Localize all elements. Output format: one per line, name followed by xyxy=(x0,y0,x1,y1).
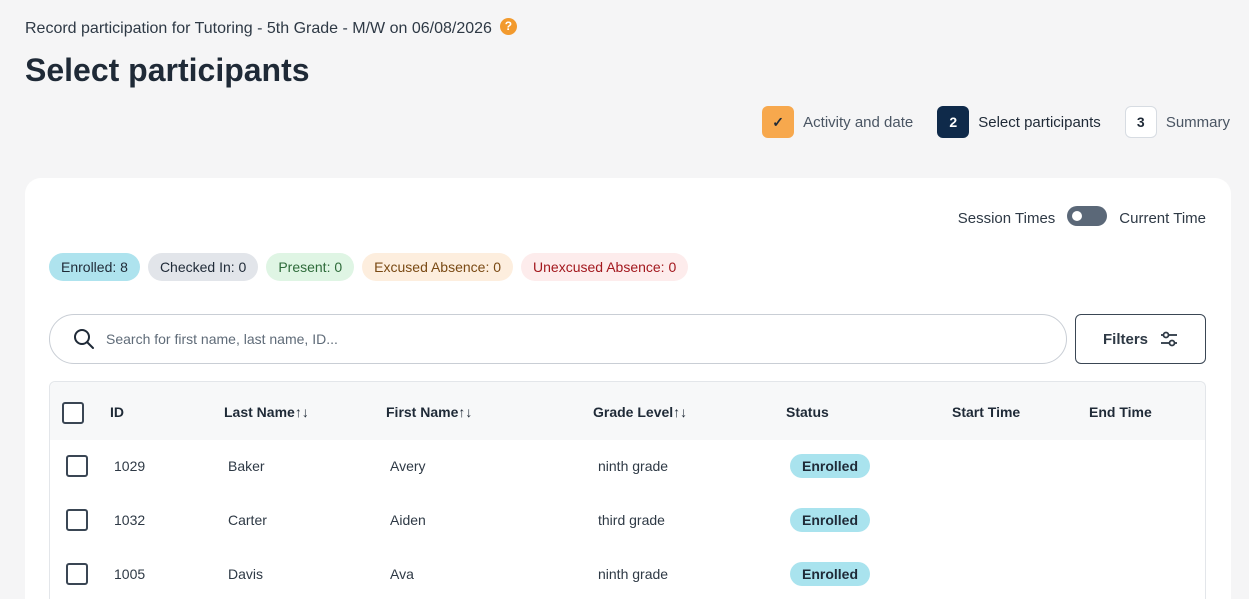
search-input[interactable] xyxy=(106,331,1006,347)
table-row[interactable]: 1032 Carter Aiden third grade Enrolled xyxy=(50,494,1205,548)
status-badge: Enrolled xyxy=(790,508,871,532)
column-first-name-label: First Name xyxy=(386,404,459,420)
step-number: 2 xyxy=(937,106,970,138)
page-title: Select participants xyxy=(25,52,310,88)
column-last-name[interactable]: Last Name↑↓ xyxy=(224,404,309,420)
toggle-right-label: Current Time xyxy=(1119,210,1206,227)
column-start-time: Start Time xyxy=(952,404,1021,420)
cell-first-name: Ava xyxy=(390,566,414,582)
time-mode-toggle-row: Session Times Current Time xyxy=(957,205,1206,227)
step-select-participants[interactable]: 2 Select participants xyxy=(937,106,1101,138)
step-label: Select participants xyxy=(978,113,1101,131)
cell-id: 1032 xyxy=(114,512,146,528)
cell-last-name: Davis xyxy=(228,566,264,582)
badge-excused-absence: Excused Absence: 0 xyxy=(362,253,514,281)
help-icon[interactable]: ? xyxy=(499,17,517,35)
column-grade-level-label: Grade Level xyxy=(593,404,674,420)
step-summary[interactable]: 3 Summary xyxy=(1124,106,1230,138)
column-id: ID xyxy=(110,404,124,420)
check-icon: ✓ xyxy=(762,106,795,138)
column-status: Status xyxy=(786,404,829,420)
filters-button[interactable]: Filters xyxy=(1075,314,1206,364)
participants-card: Session Times Current Time Enrolled: 8 C… xyxy=(25,178,1231,599)
badge-present: Present: 0 xyxy=(266,253,355,281)
cell-first-name: Aiden xyxy=(390,512,426,528)
badge-enrolled: Enrolled: 8 xyxy=(49,253,140,281)
cell-last-name: Carter xyxy=(228,512,267,528)
badge-checked-in: Checked In: 0 xyxy=(147,253,259,281)
cell-grade-level: ninth grade xyxy=(598,458,669,474)
toggle-knob xyxy=(1072,210,1083,221)
subtitle-text: Record participation for Tutoring - 5th … xyxy=(25,20,492,37)
cell-grade-level: ninth grade xyxy=(598,566,669,582)
row-checkbox[interactable] xyxy=(66,563,88,585)
cell-first-name: Avery xyxy=(390,458,426,474)
row-checkbox[interactable] xyxy=(66,455,88,477)
table-header: ID Last Name↑↓ First Name↑↓ Grade Level↑… xyxy=(50,382,1205,440)
participants-table: ID Last Name↑↓ First Name↑↓ Grade Level↑… xyxy=(49,381,1206,599)
sort-icon: ↑↓ xyxy=(673,404,688,420)
column-last-name-label: Last Name xyxy=(224,404,295,420)
table-row[interactable]: 1005 Davis Ava ninth grade Enrolled xyxy=(50,548,1205,599)
step-label: Activity and date xyxy=(803,113,914,131)
filters-label: Filters xyxy=(1102,330,1148,348)
step-label: Summary xyxy=(1165,113,1230,131)
time-mode-toggle[interactable] xyxy=(1067,205,1108,226)
select-all-checkbox[interactable] xyxy=(62,402,84,424)
status-badges: Enrolled: 8 Checked In: 0 Present: 0 Exc… xyxy=(49,253,689,281)
cell-grade-level: third grade xyxy=(598,512,665,528)
column-first-name[interactable]: First Name↑↓ xyxy=(386,404,472,420)
page-subtitle: Record participation for Tutoring - 5th … xyxy=(25,17,517,38)
column-grade-level[interactable]: Grade Level↑↓ xyxy=(593,404,687,420)
status-badge: Enrolled xyxy=(790,454,871,478)
cell-id: 1029 xyxy=(114,458,146,474)
status-badge: Enrolled xyxy=(790,562,871,586)
sliders-icon xyxy=(1161,331,1177,347)
row-checkbox[interactable] xyxy=(66,509,88,531)
badge-unexcused-absence: Unexcused Absence: 0 xyxy=(521,253,689,281)
column-end-time: End Time xyxy=(1089,404,1152,420)
toggle-left-label: Session Times xyxy=(957,210,1056,227)
stepper: ✓ Activity and date 2 Select participant… xyxy=(738,106,1230,138)
search-icon xyxy=(74,329,94,349)
step-number: 3 xyxy=(1124,106,1157,138)
table-row[interactable]: 1029 Baker Avery ninth grade Enrolled xyxy=(50,440,1205,494)
cell-last-name: Baker xyxy=(228,458,265,474)
step-activity-and-date[interactable]: ✓ Activity and date xyxy=(762,106,913,138)
sort-icon: ↑↓ xyxy=(458,404,473,420)
cell-id: 1005 xyxy=(114,566,146,582)
search-bar xyxy=(49,314,1067,364)
sort-icon: ↑↓ xyxy=(294,404,309,420)
